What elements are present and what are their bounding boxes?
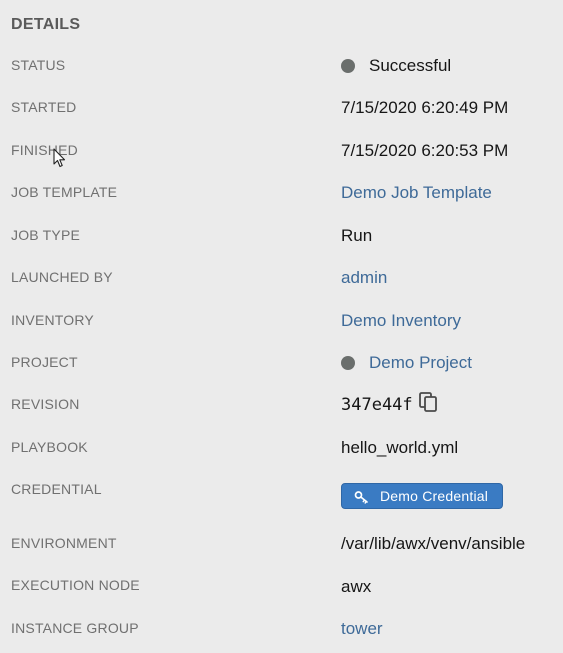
started-value: 7/15/2020 6:20:49 PM [341,98,509,117]
status-text: Successful [369,56,452,75]
inventory-row: INVENTORY Demo Inventory [0,311,563,337]
job-type-value: Run [341,226,373,245]
job-template-label: JOB TEMPLATE [11,184,118,200]
section-title: DETAILS [11,16,81,33]
launched-by-label: LAUNCHED BY [11,269,113,285]
started-label: STARTED [11,99,77,115]
revision-label: REVISION [11,396,80,412]
instance-group-link[interactable]: tower [341,619,383,639]
project-value: Demo Project [341,353,472,373]
launched-by-link[interactable]: admin [341,268,387,288]
key-icon [354,489,370,504]
job-template-link[interactable]: Demo Job Template [341,183,492,203]
job-template-row: JOB TEMPLATE Demo Job Template [0,183,563,209]
finished-value: 7/15/2020 6:20:53 PM [341,141,509,160]
status-row: STATUS Successful [0,56,563,82]
credential-chip-label: Demo Credential [380,488,489,504]
inventory-label: INVENTORY [11,312,94,328]
execution-node-value: awx [341,577,372,596]
job-type-row: JOB TYPE Run [0,226,563,252]
instance-group-label: INSTANCE GROUP [11,620,139,636]
project-link[interactable]: Demo Project [369,353,472,373]
execution-node-label: EXECUTION NODE [11,577,140,593]
copy-icon[interactable] [418,392,440,414]
project-status-icon [341,356,355,370]
instance-group-row: INSTANCE GROUP tower [0,619,563,645]
playbook-row: PLAYBOOK hello_world.yml [0,438,563,464]
job-type-label: JOB TYPE [11,227,81,243]
mouse-cursor-icon [53,148,67,168]
environment-label: ENVIRONMENT [11,535,117,551]
credential-row: CREDENTIAL Demo Credential [0,480,563,509]
started-row: STARTED 7/15/2020 6:20:49 PM [0,98,563,124]
status-value: Successful [341,56,451,76]
credential-label: CREDENTIAL [11,481,102,497]
status-label: STATUS [11,57,66,73]
playbook-value: hello_world.yml [341,438,459,457]
revision-value: 347e44f [341,392,440,416]
environment-row: ENVIRONMENT /var/lib/awx/venv/ansible [0,534,563,560]
revision-row: REVISION 347e44f [0,392,563,421]
finished-label: FINISHED [11,142,78,158]
inventory-link[interactable]: Demo Inventory [341,311,461,331]
project-row: PROJECT Demo Project [0,353,563,379]
finished-row: FINISHED 7/15/2020 6:20:53 PM [0,141,563,167]
credential-chip[interactable]: Demo Credential [341,483,504,509]
revision-text: 347e44f [341,395,413,415]
credential-value: Demo Credential [341,483,504,509]
playbook-label: PLAYBOOK [11,439,88,455]
job-details-panel: DETAILS STATUS Successful STARTED 7/15/2… [0,0,563,653]
environment-value: /var/lib/awx/venv/ansible [341,534,526,553]
launched-by-row: LAUNCHED BY admin [0,268,563,294]
execution-node-row: EXECUTION NODE awx [0,576,563,602]
status-indicator-icon [341,59,355,73]
project-label: PROJECT [11,354,78,370]
